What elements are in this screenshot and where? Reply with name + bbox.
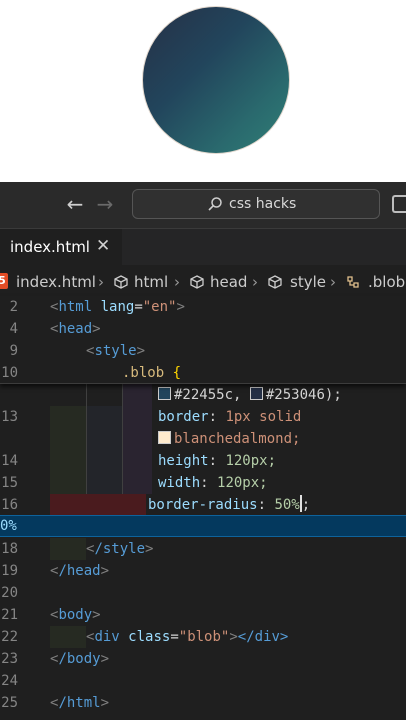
chevron-right-icon: › [252,273,258,291]
search-icon [208,197,222,211]
code-line: 22 <div class="blob"></div> [0,626,406,648]
line-number: 9 [9,343,18,359]
code-text: border-radius: 50%; [148,495,311,513]
search-text: css hacks [229,196,297,212]
line-number: 24 [1,673,18,689]
code-line: 10 .blob { [0,362,406,384]
code-line: 15 width: 120px; [0,472,406,494]
code-text: </body> [50,651,110,667]
breadcrumb-item-blob[interactable]: .blob [368,272,405,292]
title-bar: ← → css hacks [0,182,406,229]
line-number: 2 [9,299,18,315]
code-line: 4 <head> [0,318,406,340]
blob-circle [142,6,290,154]
line-number: 4 [9,321,18,337]
code-line: 13 border: 1px solid [0,406,406,428]
tab-bar: index.html ✕ [0,229,406,265]
code-text: <div class="blob"></div> [86,629,289,645]
back-arrow-icon[interactable]: ← [64,192,86,216]
code-text: .blob { [122,365,182,381]
element-icon [114,275,128,289]
breadcrumb-item-html[interactable]: html [134,272,168,292]
selected-line-highlight: 0% [0,515,406,537]
code-text: <html lang="en"> [50,299,185,315]
line-number: 20 [1,585,18,601]
code-text: width: 120px; [158,475,268,491]
code-line: 16 border-radius: 50%; [0,494,406,516]
element-icon [190,275,204,289]
breadcrumb: 5 index.html › html › head › style › .bl… [0,268,406,296]
code-line: #22455c, #253046); [0,384,406,406]
code-text: </html> [50,695,110,711]
chevron-right-icon: › [98,273,104,291]
sticky-scroll-header: 2 <html lang="en"> 4 <head> 9 <style> 10… [0,296,406,384]
line-number: 18 [1,541,18,557]
tab-label: index.html [10,238,90,256]
code-line: 23 </body> [0,648,406,670]
line-number: 19 [1,563,18,579]
ghost-text: 0% [0,518,17,534]
html5-icon: 5 [0,273,8,289]
line-number: 25 [1,695,18,711]
code-editor[interactable]: 2 <html lang="en"> 4 <head> 9 <style> 10… [0,296,406,720]
close-icon[interactable]: ✕ [96,235,110,257]
code-text: border: 1px solid [158,409,302,425]
line-number: 14 [1,453,18,469]
code-line: 18 </style> [0,538,406,560]
preview-pane [0,0,406,182]
breadcrumb-item-file[interactable]: index.html [16,272,96,292]
line-number: 15 [1,475,18,491]
code-line: 14 height: 120px; [0,450,406,472]
line-number: 13 [1,409,18,425]
code-text: <style> [86,343,146,359]
code-line: 19 </head> [0,560,406,582]
code-line: 24 [0,670,406,692]
code-line: 2 <html lang="en"> [0,296,406,318]
code-line: 21 <body> [0,604,406,626]
code-text: height: 120px; [158,453,277,469]
command-center-search[interactable]: css hacks [132,189,380,219]
element-icon [268,275,282,289]
color-swatch[interactable] [158,431,171,444]
breadcrumb-item-style[interactable]: style [290,272,326,292]
code-text: <head> [50,321,101,337]
chevron-right-icon: › [174,273,180,291]
layout-toggle-icon[interactable] [392,195,406,213]
chevron-right-icon: › [330,273,336,291]
code-text: #22455c, #253046); [158,384,342,406]
code-text: blanchedalmond; [158,428,300,450]
tab-index-html[interactable]: index.html ✕ [0,229,122,265]
line-number: 16 [1,497,18,513]
code-line: blanchedalmond; [0,428,406,450]
color-swatch[interactable] [249,387,263,400]
code-text: </head> [50,563,110,579]
code-line: 9 <style> [0,340,406,362]
code-line: 25 </html> [0,692,406,714]
line-number: 23 [1,651,18,667]
selector-icon [347,276,359,288]
breadcrumb-item-head[interactable]: head [210,272,247,292]
code-text: </style> [86,541,154,557]
color-swatch[interactable] [158,387,171,400]
forward-arrow-icon[interactable]: → [94,192,116,216]
line-number: 21 [1,607,18,623]
line-number: 22 [1,629,18,645]
code-line: 20 [0,582,406,604]
line-number: 10 [1,365,18,381]
divider [0,383,406,384]
code-text: <body> [50,607,101,623]
